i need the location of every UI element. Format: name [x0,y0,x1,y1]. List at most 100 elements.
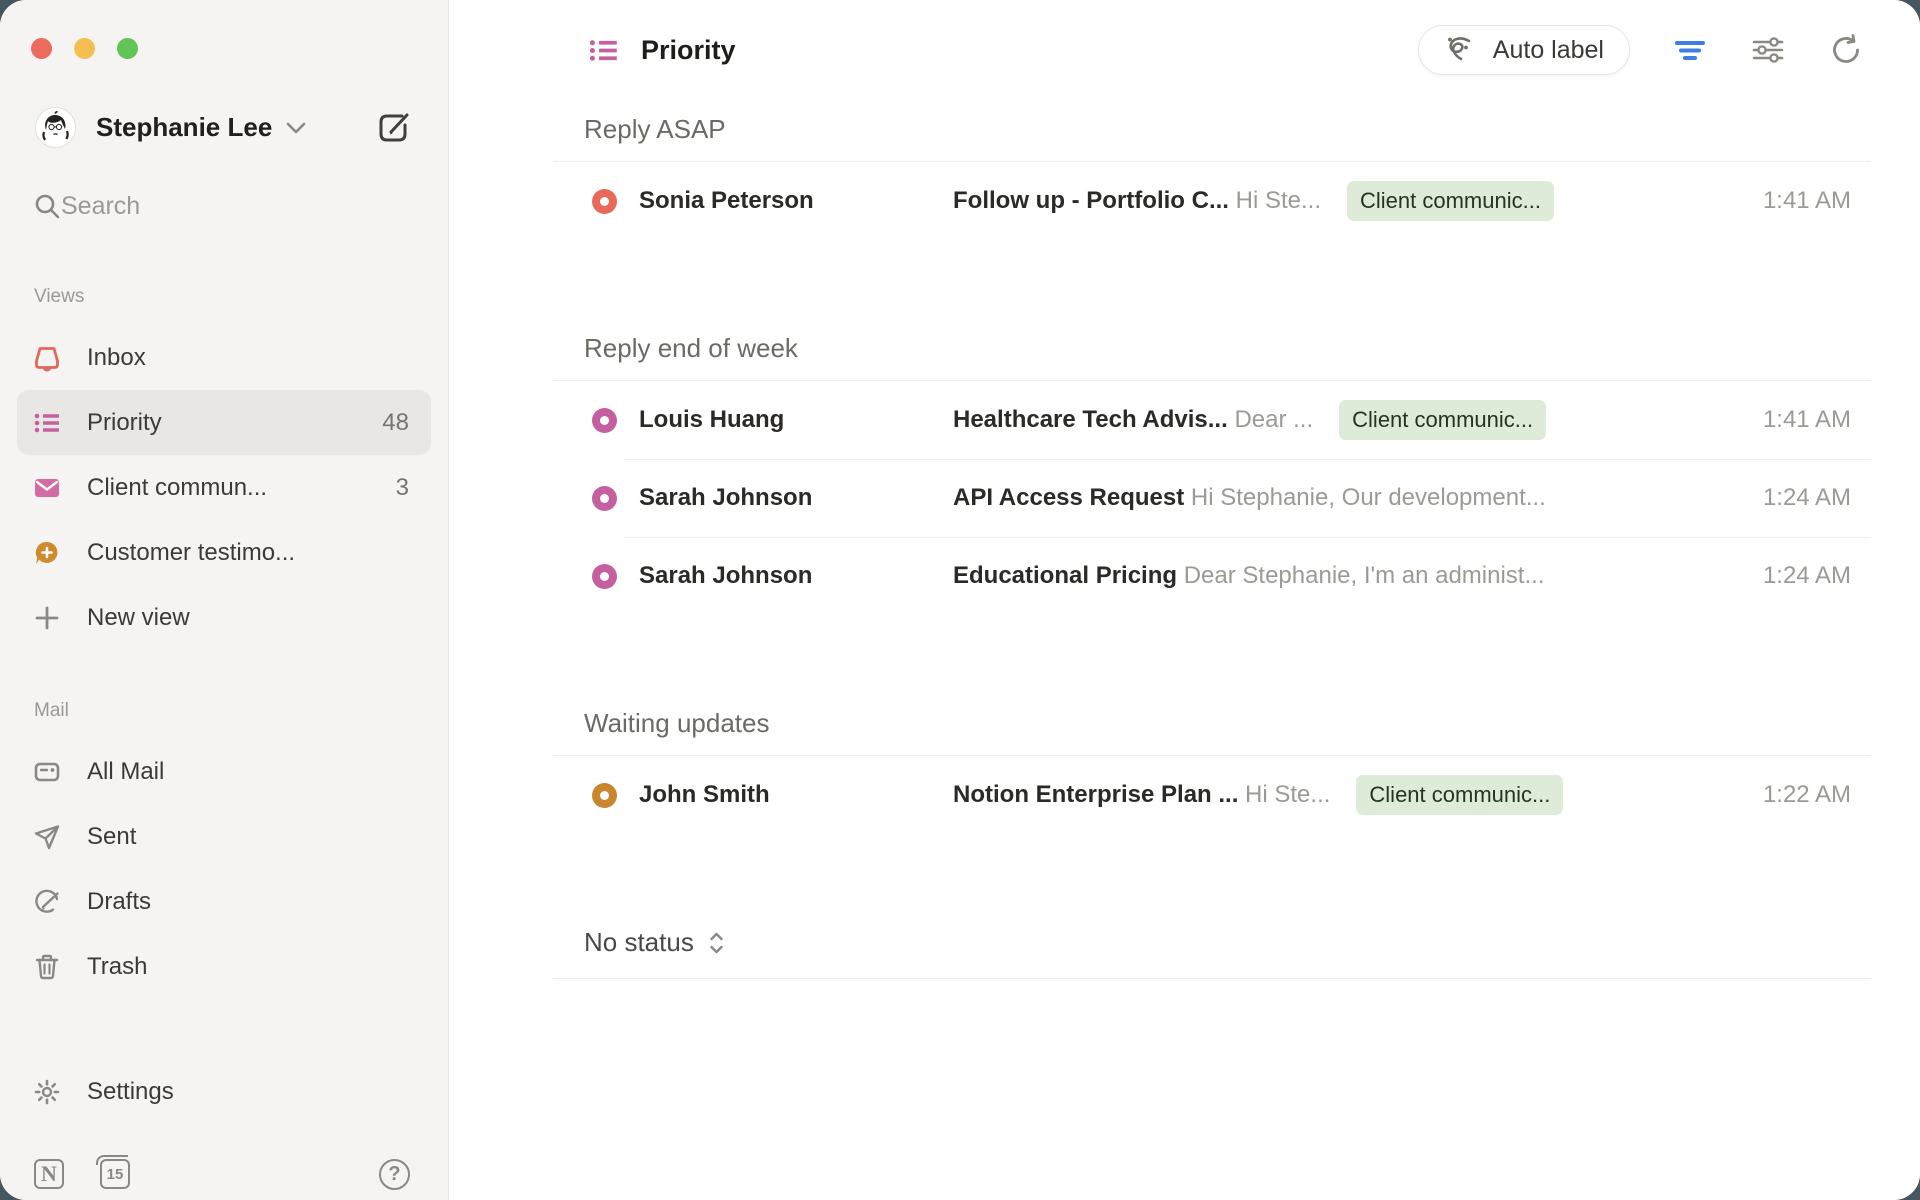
status-dot-icon[interactable] [592,783,617,808]
status-dot-icon[interactable] [592,189,617,214]
sidebar-item-label: Client commun... [87,474,267,502]
plus-icon [33,604,61,632]
sidebar-item-drafts[interactable]: Drafts [17,869,431,934]
email-preview: Hi Ste... [1236,187,1321,214]
help-glyph: ? [388,1163,400,1186]
no-status-toggle[interactable]: No status [553,927,1871,979]
drafts-icon [33,888,61,916]
sidebar-item-settings[interactable]: Settings [17,1059,431,1124]
notion-calendar-icon[interactable]: 15 [100,1159,130,1189]
trash-icon [33,953,61,981]
refresh-icon[interactable] [1828,32,1864,68]
sidebar-item-label: Inbox [87,344,146,372]
auto-label-wand-icon [1444,33,1478,67]
sidebar-item-label: Sent [87,823,136,851]
section-reply-end-of-week: Reply end of week Louis Huang Healthcare… [553,333,1871,615]
priority-list-icon [588,35,619,66]
section-title: Reply ASAP [553,114,1871,162]
envelope-icon [33,474,61,502]
all-mail-icon [33,758,61,786]
views-group-label: Views [34,286,448,308]
sidebar-item-label: Settings [87,1078,174,1106]
sidebar-item-label: Trash [87,953,147,981]
email-subject: Educational Pricing [953,562,1177,589]
email-subject: Notion Enterprise Plan ... [953,781,1238,808]
gear-icon [33,1078,61,1106]
email-row[interactable]: John Smith Notion Enterprise Plan ... Hi… [553,756,1871,834]
bottom-icon-bar: N 15 ? [34,1154,410,1194]
auto-label-button[interactable]: Auto label [1418,25,1630,75]
sidebar-item-sent[interactable]: Sent [17,804,431,869]
email-subject: Follow up - Portfolio C... [953,187,1229,214]
sidebar-item-client-communication[interactable]: Client commun... 3 [17,455,431,520]
sidebar-item-new-view[interactable]: New view [17,585,431,650]
section-title: Reply end of week [553,333,1871,381]
section-title: Waiting updates [553,708,1871,756]
status-dot-icon[interactable] [592,564,617,589]
account-switcher[interactable]: Stephanie Lee [35,107,414,148]
email-preview: Dear Stephanie, I'm an administ... [1184,562,1545,589]
auto-label-label: Auto label [1493,36,1604,65]
minimize-window-button[interactable] [74,38,95,59]
sidebar-item-trash[interactable]: Trash [17,934,431,999]
label-chip[interactable]: Client communic... [1347,181,1554,221]
app-window: Stephanie Lee Search Views [0,0,1920,1200]
main-panel: Priority Auto label [449,0,1920,1200]
chevron-down-icon[interactable] [286,122,306,134]
zoom-window-button[interactable] [117,38,138,59]
help-icon[interactable]: ? [379,1159,410,1190]
sidebar-bottom: Settings N 15 ? [0,1059,448,1200]
notion-app-icon[interactable]: N [34,1159,64,1189]
email-time: 1:24 AM [1721,484,1871,512]
email-row[interactable]: Sarah Johnson Educational Pricing Dear S… [553,537,1871,615]
filter-icon[interactable] [1672,32,1708,68]
unread-count: 48 [382,409,409,437]
email-content: Educational Pricing Dear Stephanie, I'm … [953,562,1544,590]
email-time: 1:22 AM [1721,781,1871,809]
status-dot-icon[interactable] [592,408,617,433]
sidebar-item-all-mail[interactable]: All Mail [17,739,431,804]
page-title: Priority [641,35,736,66]
sliders-icon[interactable] [1750,32,1786,68]
search-input[interactable]: Search [17,182,431,230]
chevron-updown-icon [708,931,725,955]
email-row[interactable]: Louis Huang Healthcare Tech Advis... Dea… [553,381,1871,459]
sidebar-item-label: Priority [87,409,162,437]
sidebar-item-label: New view [87,604,190,632]
sidebar: Stephanie Lee Search Views [0,0,449,1200]
send-icon [33,823,61,851]
window-controls [0,0,448,59]
mail-items: All Mail Sent [0,739,448,999]
email-row[interactable]: Sonia Peterson Follow up - Portfolio C..… [553,162,1871,240]
sidebar-item-priority[interactable]: Priority 48 [17,390,431,455]
email-preview: Hi Stephanie, Our development... [1191,484,1546,511]
unread-count: 3 [396,474,409,502]
search-placeholder: Search [61,192,140,221]
email-row[interactable]: Sarah Johnson API Access Request Hi Step… [553,459,1871,537]
status-dot-icon[interactable] [592,486,617,511]
email-content: API Access Request Hi Stephanie, Our dev… [953,484,1546,512]
label-chip[interactable]: Client communic... [1356,775,1563,815]
email-time: 1:24 AM [1721,562,1871,590]
email-preview: Dear ... [1234,406,1313,433]
email-time: 1:41 AM [1721,187,1871,215]
sidebar-item-customer-testimonials[interactable]: Customer testimo... [17,520,431,585]
email-sender: Louis Huang [639,406,953,434]
sidebar-item-label: All Mail [87,758,164,786]
label-chip[interactable]: Client communic... [1339,400,1546,440]
mail-group-label: Mail [34,700,448,722]
sidebar-item-inbox[interactable]: Inbox [17,325,431,390]
close-window-button[interactable] [31,38,52,59]
compose-icon[interactable] [374,108,414,148]
email-sender: Sonia Peterson [639,187,953,215]
email-time: 1:41 AM [1721,406,1871,434]
calendar-date: 15 [107,1166,124,1183]
email-subject: API Access Request [953,484,1184,511]
email-subject: Healthcare Tech Advis... [953,406,1228,433]
email-sender: Sarah Johnson [639,484,953,512]
main-header: Priority Auto label [449,0,1920,100]
section-waiting-updates: Waiting updates John Smith Notion Enterp… [553,708,1871,834]
email-content: Notion Enterprise Plan ... Hi Ste... [953,781,1330,809]
views-items: Inbox Priority 48 [0,325,448,650]
email-sender: John Smith [639,781,953,809]
